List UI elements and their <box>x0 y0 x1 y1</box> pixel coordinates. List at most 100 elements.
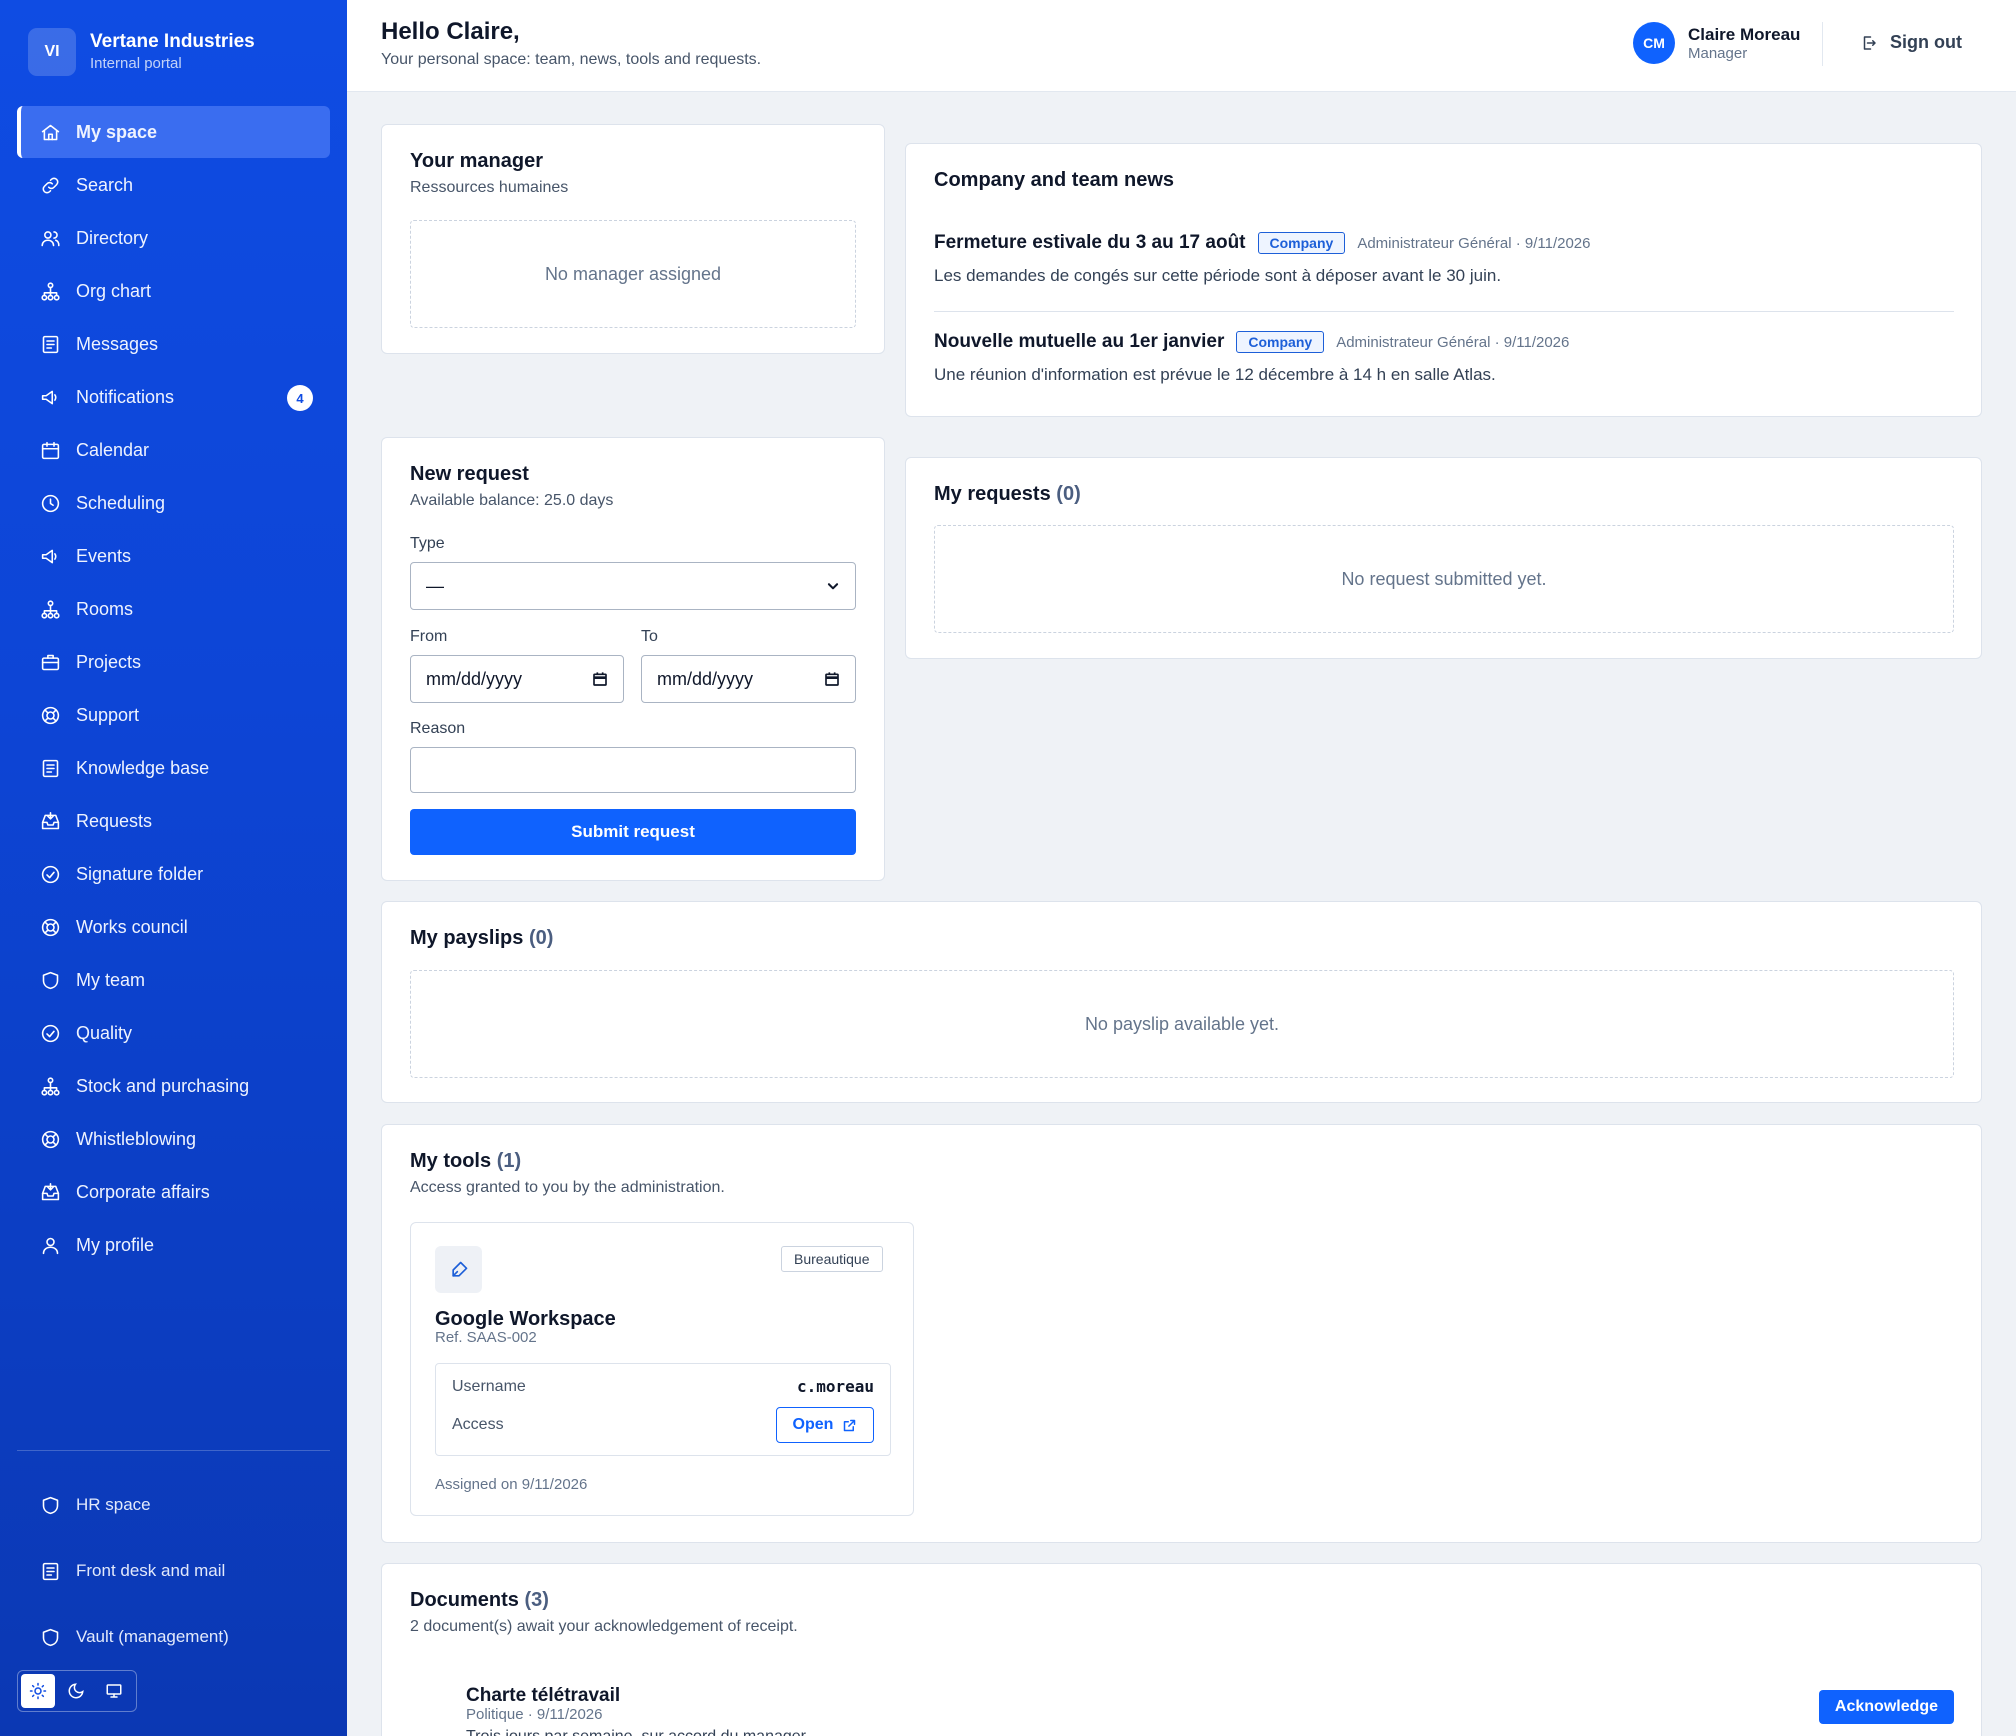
brand-subtitle: Internal portal <box>90 54 182 72</box>
sidebar-item-hr-space[interactable]: HR space <box>17 1472 330 1538</box>
moon-icon[interactable] <box>59 1674 93 1708</box>
news-body: Une réunion d'information est prévue le … <box>934 365 1496 384</box>
sidebar-item-directory[interactable]: Directory <box>17 212 330 264</box>
sidebar-item-search[interactable]: Search <box>17 159 330 211</box>
sidebar-item-vault-management[interactable]: Vault (management) <box>17 1604 330 1670</box>
sign-out-button[interactable]: Sign out <box>1860 32 1962 53</box>
manager-empty-text: No manager assigned <box>544 263 722 284</box>
acknowledge-button[interactable]: Acknowledge <box>1819 1690 1954 1724</box>
news-item-title: Nouvelle mutuelle au 1er janvier <box>934 331 1225 352</box>
avatar: CM <box>1633 22 1675 64</box>
top-header: Hello Claire, Your personal space: team,… <box>347 0 2016 92</box>
sidebar-item-support[interactable]: Support <box>17 689 330 741</box>
sidebar-item-signature-folder[interactable]: Signature folder <box>17 848 330 900</box>
sidebar-item-front-desk-and-mail[interactable]: Front desk and mail <box>17 1538 330 1604</box>
sign-out-label: Sign out <box>1890 32 1962 52</box>
sidebar-item-messages[interactable]: Messages <box>17 318 330 370</box>
open-label: Open <box>792 1416 834 1433</box>
page-title: Hello Claire, <box>381 18 520 45</box>
news-card: Company and team news Fermeture estivale… <box>905 143 1982 417</box>
sidebar-item-label: Directory <box>76 227 149 248</box>
inbox-icon <box>38 1180 62 1204</box>
sidebar-item-label: Org chart <box>76 280 152 301</box>
monitor-icon[interactable] <box>97 1674 131 1708</box>
sidebar-item-rooms[interactable]: Rooms <box>17 583 330 635</box>
sidebar-item-label: Knowledge base <box>76 757 210 778</box>
sidebar-item-notifications[interactable]: Notifications 4 <box>17 371 330 423</box>
theme-switch <box>17 1670 137 1712</box>
my-requests-title: My requests (0) <box>934 483 1081 506</box>
payslips-title-text: My payslips <box>410 927 524 949</box>
sidebar-item-scheduling[interactable]: Scheduling <box>17 477 330 529</box>
manager-card: Your manager Ressources humaines No mana… <box>381 124 885 354</box>
sidebar-nav: My space Search Directory Org chart Messages… <box>17 106 330 1272</box>
lifebuoy-icon <box>38 1127 62 1151</box>
pen-icon <box>435 1246 482 1293</box>
sidebar-item-requests[interactable]: Requests <box>17 795 330 847</box>
new-request-card: New request Available balance: 25.0 days… <box>381 437 885 881</box>
balance-text: Available balance: 25.0 days <box>410 492 614 509</box>
sidebar-item-label: Front desk and mail <box>76 1561 226 1580</box>
calendar-icon <box>824 671 840 687</box>
sidebar: VI Vertane Industries Internal portal My… <box>0 0 347 1736</box>
news-item-title: Fermeture estivale du 3 au 17 août <box>934 232 1246 253</box>
sun-icon[interactable] <box>21 1674 55 1708</box>
sidebar-item-label: Events <box>76 545 132 566</box>
document-body: Trois jours par semaine, sur accord du m… <box>466 1728 810 1736</box>
my-requests-card: My requests (0) No request submitted yet… <box>905 457 1982 659</box>
documents-title: Documents (3) <box>410 1589 549 1612</box>
my-requests-title-text: My requests <box>934 483 1051 505</box>
sidebar-item-calendar[interactable]: Calendar <box>17 424 330 476</box>
open-tool-button[interactable]: Open <box>776 1407 874 1443</box>
inbox-icon <box>38 809 62 833</box>
reason-input[interactable] <box>410 747 856 793</box>
tools-title-text: My tools <box>410 1150 492 1172</box>
sidebar-item-label: Projects <box>76 651 142 672</box>
access-label: Access <box>452 1416 504 1433</box>
sidebar-item-corporate-affairs[interactable]: Corporate affairs <box>17 1166 330 1218</box>
from-date-input[interactable]: mm/dd/yyyy <box>410 655 624 703</box>
tool-name: Google Workspace <box>435 1308 616 1330</box>
news-item[interactable]: Fermeture estivale du 3 au 17 août Compa… <box>934 232 1954 286</box>
sidebar-item-my-team[interactable]: My team <box>17 954 330 1006</box>
news-divider <box>934 311 1954 312</box>
payslips-empty: No payslip available yet. <box>410 970 1954 1078</box>
sidebar-item-events[interactable]: Events <box>17 530 330 582</box>
to-date-input[interactable]: mm/dd/yyyy <box>641 655 856 703</box>
sidebar-item-label: Rooms <box>76 598 134 619</box>
submit-request-button[interactable]: Submit request <box>410 809 856 855</box>
tool-category-tag: Bureautique <box>781 1246 883 1272</box>
manager-empty: No manager assigned <box>410 220 856 328</box>
sidebar-item-org-chart[interactable]: Org chart <box>17 265 330 317</box>
clock-icon <box>38 491 62 515</box>
sidebar-item-projects[interactable]: Projects <box>17 636 330 688</box>
brand[interactable]: VI Vertane Industries Internal portal <box>28 28 255 76</box>
user-menu[interactable]: CM Claire Moreau Manager <box>1633 22 1800 64</box>
sidebar-item-whistleblowing[interactable]: Whistleblowing <box>17 1113 330 1165</box>
requests-empty-text: No request submitted yet. <box>1341 568 1547 589</box>
sidebar-item-label: Signature folder <box>76 863 204 884</box>
manager-title: Your manager <box>410 150 543 172</box>
news-item[interactable]: Nouvelle mutuelle au 1er janvier Company… <box>934 331 1954 385</box>
calendar-icon <box>592 671 608 687</box>
sidebar-item-quality[interactable]: Quality <box>17 1007 330 1059</box>
sidebar-item-my-profile[interactable]: My profile <box>17 1219 330 1271</box>
sidebar-item-my-space[interactable]: My space <box>17 106 330 158</box>
tools-subtitle: Access granted to you by the administrat… <box>410 1179 725 1196</box>
sidebar-item-label: Whistleblowing <box>76 1128 197 1149</box>
type-select[interactable]: — <box>410 562 856 610</box>
link-icon <box>38 173 62 197</box>
news-body: Les demandes de congés sur cette période… <box>934 266 1502 285</box>
sidebar-item-stock-and-purchasing[interactable]: Stock and purchasing <box>17 1060 330 1112</box>
username-value: c.moreau <box>796 1377 874 1396</box>
tools-count: (1) <box>496 1150 522 1172</box>
tool-credentials: Username c.moreau Access Open <box>435 1363 891 1456</box>
users-icon <box>38 226 62 250</box>
sidebar-item-label: My space <box>76 121 158 142</box>
sidebar-bottom-nav: HR space Front desk and mail Vault (manage… <box>17 1472 330 1670</box>
external-link-icon <box>842 1418 857 1433</box>
sidebar-item-works-council[interactable]: Works council <box>17 901 330 953</box>
document-name[interactable]: Charte télétravail <box>466 1685 620 1707</box>
brand-logo: VI <box>28 28 76 76</box>
sidebar-item-knowledge-base[interactable]: Knowledge base <box>17 742 330 794</box>
